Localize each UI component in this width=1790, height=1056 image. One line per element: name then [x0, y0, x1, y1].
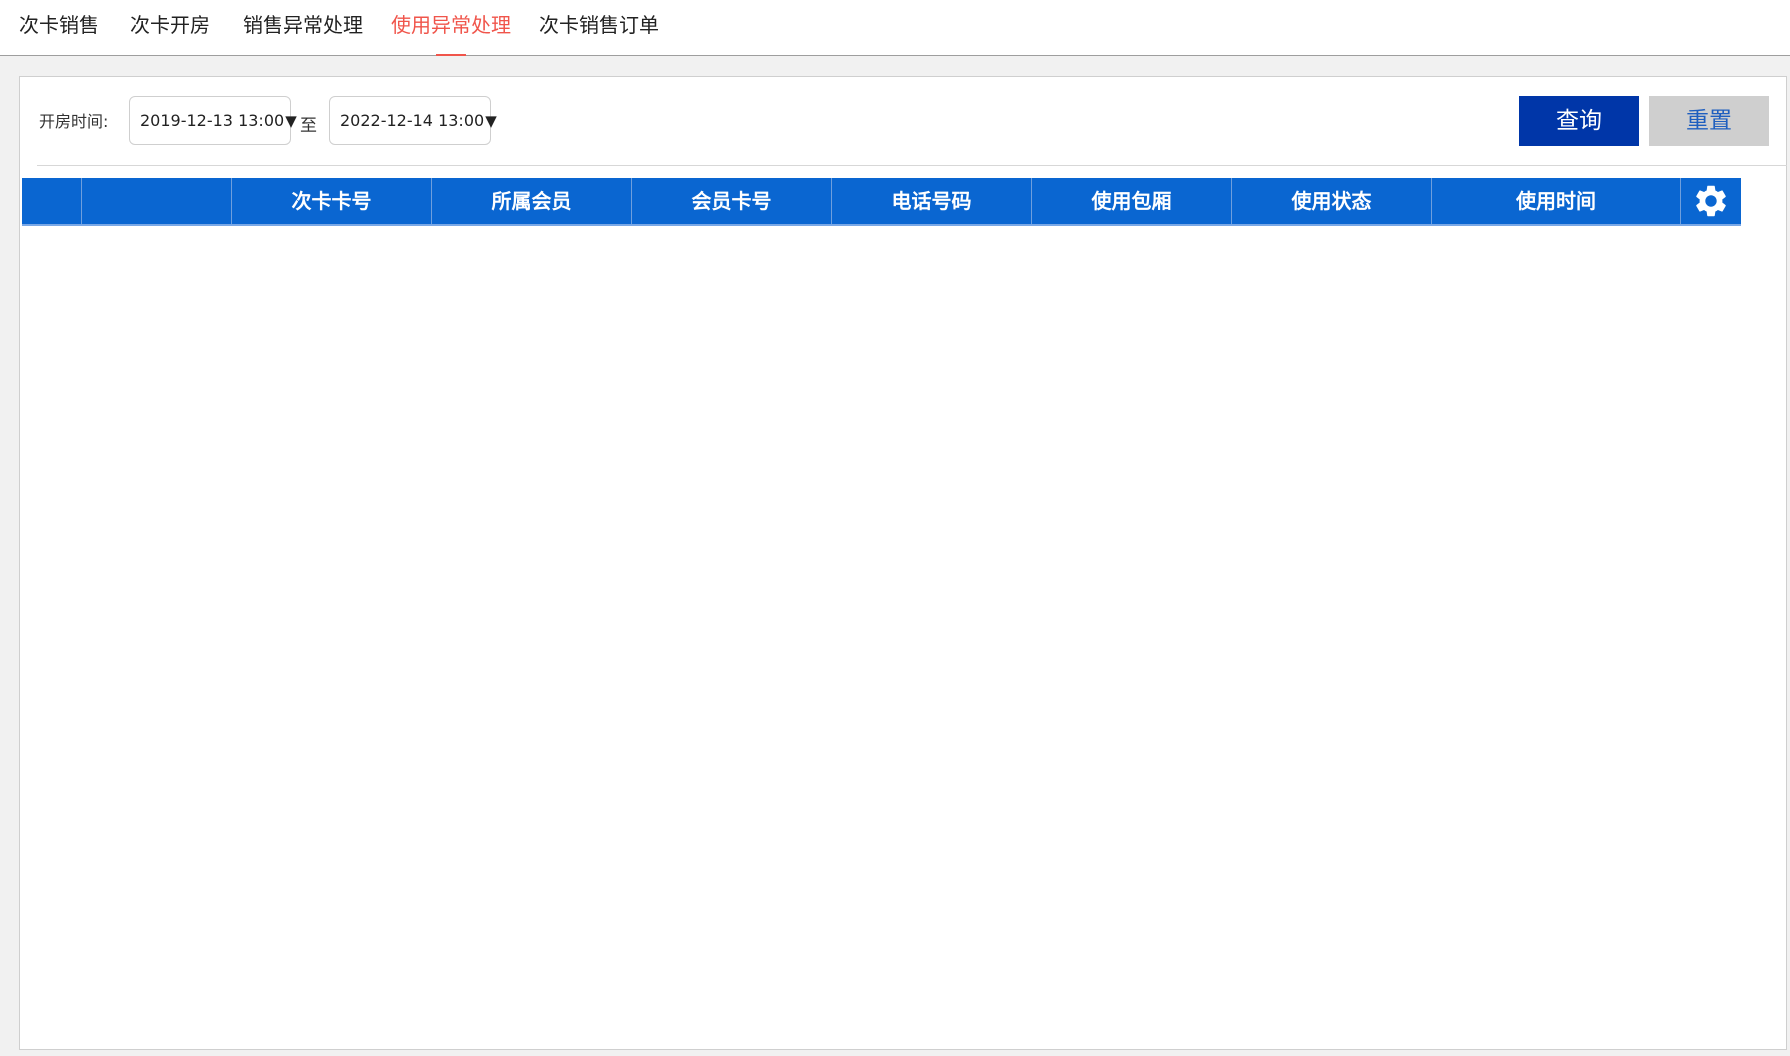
- column-header-member[interactable]: 所属会员: [432, 178, 632, 224]
- date-range-separator: 至: [300, 116, 317, 136]
- column-header-room[interactable]: 使用包厢: [1032, 178, 1232, 224]
- dropdown-arrow-icon: ▼: [485, 112, 497, 130]
- gear-icon: [1696, 185, 1726, 217]
- main-panel: 开房时间: 2019-12-13 13:00▼ 至 2022-12-14 13:…: [19, 76, 1787, 1050]
- end-date-value: 2022-12-14 13:00: [340, 111, 485, 130]
- start-date-value: 2019-12-13 13:00: [140, 111, 285, 130]
- open-time-label: 开房时间:: [39, 112, 109, 131]
- column-header-phone[interactable]: 电话号码: [832, 178, 1032, 224]
- start-date-select[interactable]: 2019-12-13 13:00▼: [129, 96, 297, 145]
- query-button[interactable]: 查询: [1519, 96, 1639, 146]
- tab-usage-exception[interactable]: 使用异常处理: [391, 0, 511, 56]
- tab-label: 销售异常处理: [243, 13, 363, 37]
- column-header-status[interactable]: 使用状态: [1232, 178, 1432, 224]
- column-settings-button[interactable]: [1681, 178, 1741, 224]
- table-header: 次卡卡号 所属会员 会员卡号 电话号码 使用包厢 使用状态 使用时间: [22, 178, 1741, 226]
- tab-label: 使用异常处理: [391, 13, 511, 37]
- tab-card-open-room[interactable]: 次卡开房: [130, 0, 210, 55]
- column-header-member-card[interactable]: 会员卡号: [632, 178, 832, 224]
- tab-card-sales-orders[interactable]: 次卡销售订单: [539, 0, 659, 55]
- top-tab-bar: 次卡销售 次卡开房 销售异常处理 使用异常处理 次卡销售订单: [0, 0, 1790, 56]
- tab-label: 次卡销售订单: [539, 13, 659, 37]
- table-body: [22, 226, 1782, 1046]
- column-header-checkbox[interactable]: [22, 178, 82, 224]
- column-header-index: [82, 178, 232, 224]
- tab-card-sales[interactable]: 次卡销售: [19, 0, 99, 55]
- content-area: 开房时间: 2019-12-13 13:00▼ 至 2022-12-14 13:…: [0, 56, 1790, 1056]
- reset-button[interactable]: 重置: [1649, 96, 1769, 146]
- tab-label: 次卡开房: [130, 13, 210, 37]
- column-header-card-number[interactable]: 次卡卡号: [232, 178, 432, 224]
- dropdown-arrow-icon: ▼: [285, 112, 297, 130]
- filter-divider: [37, 165, 1787, 166]
- end-date-select[interactable]: 2022-12-14 13:00▼: [329, 96, 497, 145]
- tab-label: 次卡销售: [19, 13, 99, 37]
- column-header-time[interactable]: 使用时间: [1432, 178, 1681, 224]
- tab-sales-exception[interactable]: 销售异常处理: [243, 0, 363, 55]
